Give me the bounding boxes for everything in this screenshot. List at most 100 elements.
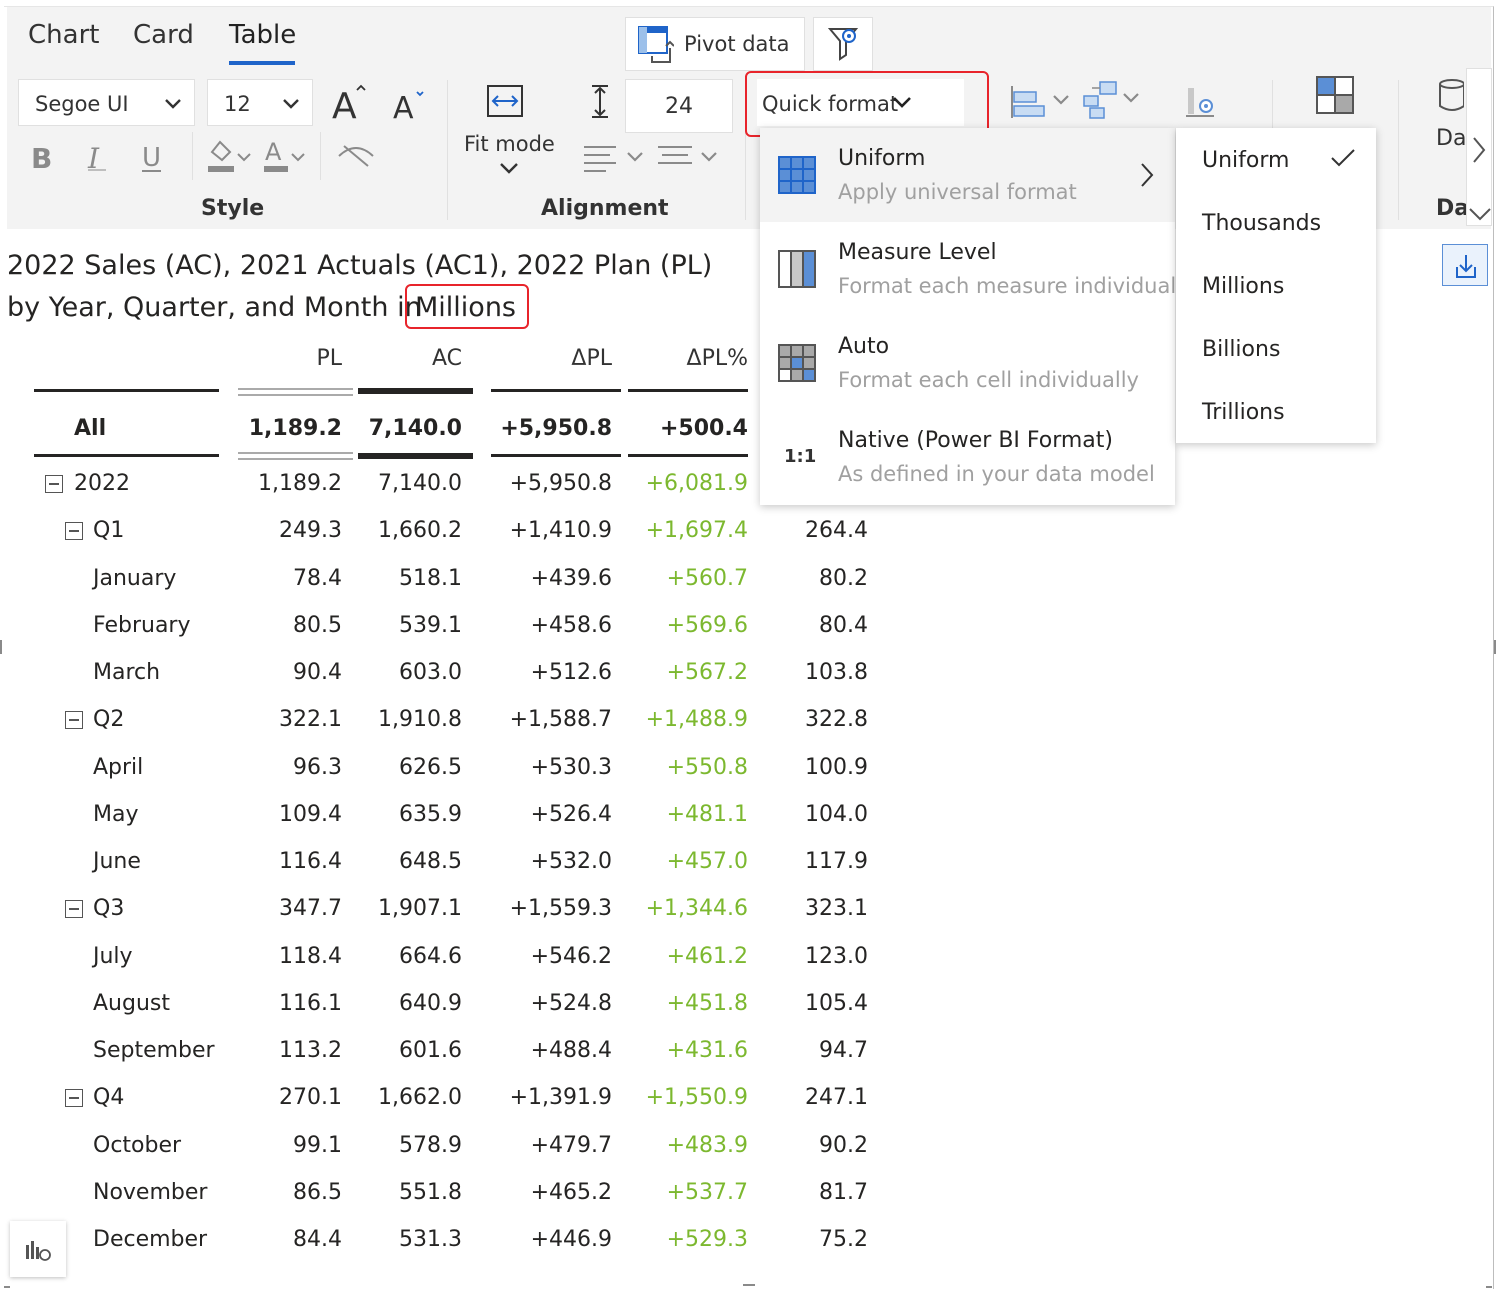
submenu-item-trillions[interactable]: Trillions <box>1202 400 1285 425</box>
table-cell: 1,662.0 <box>378 1085 462 1111</box>
header-rule <box>34 389 219 392</box>
table-cell: +488.4 <box>530 1038 612 1063</box>
row-label: July <box>93 943 133 969</box>
menu-item-measure-level[interactable]: Measure Level Format each measure indivi… <box>760 222 1194 316</box>
resize-handle[interactable] <box>1494 640 1496 654</box>
font-size-select[interactable]: 12 <box>207 79 313 126</box>
table-cell: 96.3 <box>293 754 342 780</box>
table-cell: 1,189.2 <box>258 471 342 496</box>
divider <box>320 132 321 180</box>
row-label: October <box>93 1132 182 1158</box>
font-color-icon[interactable]: A <box>262 138 310 174</box>
tab-chart[interactable]: Chart <box>28 20 99 50</box>
table-cell: +530.3 <box>530 754 612 780</box>
alignment-group-label: Alignment <box>541 196 669 221</box>
measure-level-icon <box>778 250 816 288</box>
collapse-toggle[interactable] <box>65 711 83 730</box>
table-cell: 551.8 <box>399 1179 462 1205</box>
table-cell: 80.5 <box>293 612 342 638</box>
table-cell: 635.9 <box>399 801 462 827</box>
font-family-select[interactable]: Segoe UI <box>18 79 195 126</box>
table-cell: 90.4 <box>293 660 342 685</box>
italic-icon[interactable]: I <box>86 142 110 172</box>
collapse-toggle[interactable] <box>65 900 83 919</box>
submenu-item-uniform[interactable]: Uniform <box>1202 148 1289 173</box>
menu-item-auto[interactable]: Auto Format each cell individually <box>760 316 1175 410</box>
submenu-item-thousands[interactable]: Thousands <box>1202 211 1321 236</box>
data-source-icon[interactable] <box>1438 78 1464 116</box>
menu-item-native[interactable]: 1:1 Native (Power BI Format) As defined … <box>760 410 1175 504</box>
horizontal-align-icon[interactable] <box>582 143 650 173</box>
column-header[interactable]: PL <box>316 346 342 371</box>
auto-grid-icon <box>778 344 816 382</box>
pivot-data-button[interactable]: Pivot data <box>625 17 805 71</box>
submenu-item-millions[interactable]: Millions <box>1202 274 1284 299</box>
table-cell: 116.1 <box>279 990 342 1016</box>
hierarchy-layout-icon[interactable] <box>1082 80 1148 120</box>
row-height-input[interactable]: 24 <box>625 79 733 133</box>
chevron-down-icon[interactable] <box>499 160 519 176</box>
divider <box>1398 80 1399 220</box>
export-button[interactable] <box>1442 244 1488 286</box>
table-cell: +483.9 <box>666 1132 748 1158</box>
column-header[interactable]: AC <box>432 346 462 371</box>
collapse-toggle[interactable] <box>65 522 83 541</box>
row-label: Q4 <box>93 1085 125 1111</box>
table-cell: 80.4 <box>819 612 868 638</box>
underline-icon[interactable]: U <box>140 140 164 174</box>
partial-group-label: Da <box>1436 196 1470 221</box>
resize-handle[interactable] <box>4 1286 10 1288</box>
table-cell: 323.1 <box>805 896 868 922</box>
resize-handle[interactable] <box>1486 1286 1492 1288</box>
svg-text:A: A <box>332 86 357 122</box>
row-label: September <box>93 1038 215 1063</box>
row-label: August <box>93 990 170 1016</box>
table-cell: 100.9 <box>805 754 868 780</box>
table-cell: +550.8 <box>666 754 748 780</box>
submenu-item-billions[interactable]: Billions <box>1202 337 1280 362</box>
chevron-right-icon[interactable] <box>1470 136 1488 164</box>
divider <box>192 132 193 180</box>
row-label: November <box>93 1179 208 1205</box>
column-header[interactable]: ΔPL <box>571 346 612 371</box>
filter-settings-button[interactable] <box>813 17 873 71</box>
increase-font-icon[interactable]: A <box>332 82 368 122</box>
table-cell: 117.9 <box>805 849 868 874</box>
header-rule <box>238 388 353 396</box>
vertical-align-icon[interactable] <box>656 143 724 173</box>
table-cell: 123.0 <box>805 943 868 969</box>
column-header[interactable]: ΔPL% <box>687 346 748 371</box>
svg-text:A: A <box>265 138 282 166</box>
bold-icon[interactable]: B <box>30 142 54 172</box>
visual-options-button[interactable] <box>10 1221 66 1277</box>
table-cell: +1,550.9 <box>645 1085 748 1111</box>
grid-layout-icon[interactable] <box>1316 76 1354 114</box>
fit-mode-icon <box>486 84 526 120</box>
hide-icon[interactable] <box>336 142 376 170</box>
fit-mode-button[interactable]: Fit mode <box>464 132 555 156</box>
table-cell: +465.2 <box>530 1179 612 1205</box>
table-cell: 603.0 <box>399 660 462 685</box>
svg-text:A: A <box>393 91 414 122</box>
menu-item-title: Native (Power BI Format) <box>838 428 1113 453</box>
table-cell: 113.2 <box>279 1038 342 1063</box>
decrease-font-icon[interactable]: A <box>393 88 429 122</box>
font-size-value: 12 <box>224 92 251 116</box>
resize-handle[interactable] <box>743 1284 755 1286</box>
menu-item-uniform[interactable]: Uniform Apply universal format <box>760 128 1175 222</box>
fill-color-icon[interactable] <box>206 138 254 174</box>
chevron-down-icon[interactable] <box>1468 206 1492 222</box>
table-cell: +446.9 <box>530 1227 612 1252</box>
menu-item-title: Uniform <box>838 146 926 171</box>
bar-layout-icon[interactable] <box>1010 84 1076 120</box>
table-cell: +560.7 <box>666 565 748 591</box>
table-cell: +1,391.9 <box>509 1085 612 1111</box>
collapse-toggle[interactable] <box>65 1089 83 1108</box>
table-cell: 78.4 <box>293 565 342 591</box>
tab-table[interactable]: Table <box>229 20 296 50</box>
chart-settings-icon[interactable] <box>1184 84 1218 120</box>
table-cell: +537.7 <box>666 1179 748 1205</box>
tab-card[interactable]: Card <box>133 20 194 50</box>
resize-handle[interactable] <box>0 640 2 654</box>
collapse-toggle[interactable] <box>45 475 63 493</box>
